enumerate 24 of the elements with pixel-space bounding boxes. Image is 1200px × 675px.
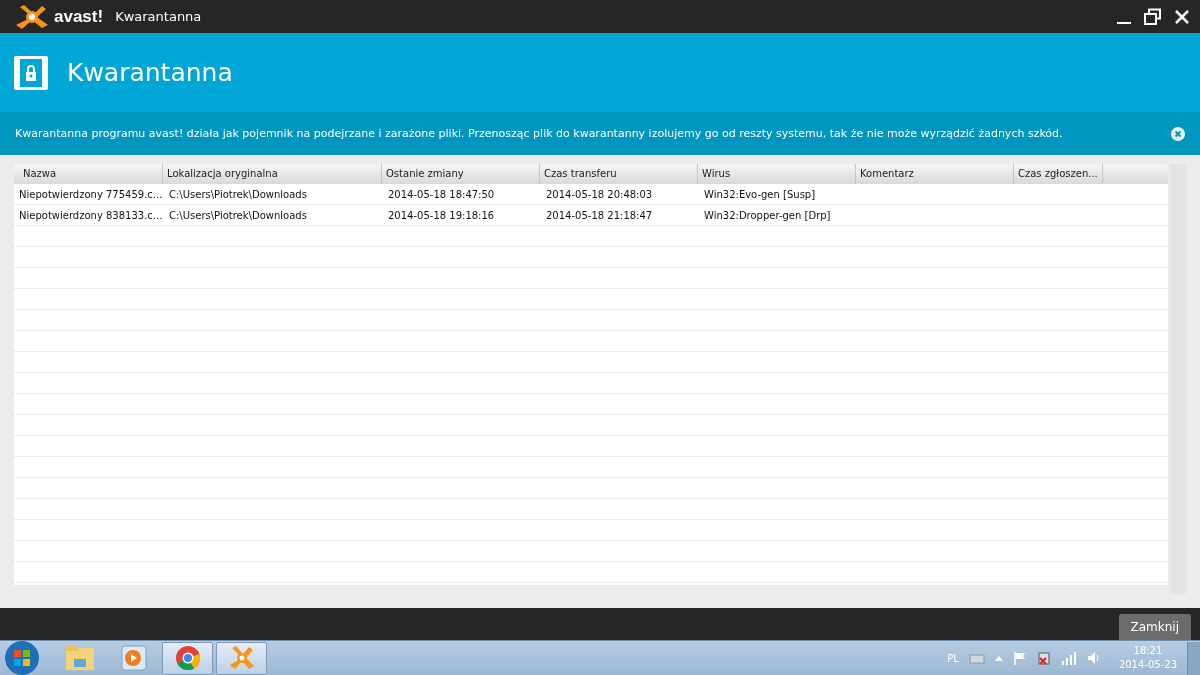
- column-header[interactable]: Czas transferu: [540, 164, 698, 184]
- column-header[interactable]: Komentarz: [856, 164, 1014, 184]
- info-text: Kwarantanna programu avast! działa jak pojemnik na podejrzane i zarażone pliki. Przenosząc plik do kwarantanny izolujemy go od reszty systemu, tak że nie może wyrządzić żadnych szkód.: [15, 127, 1063, 140]
- table-cell: Win32:Evo-gen [Susp]: [704, 188, 816, 200]
- page-title: Kwarantanna: [67, 58, 233, 87]
- table-cell: Niepotwierdzony 775459.c...: [19, 188, 163, 200]
- table-cell: 2014-05-18 21:18:47: [546, 209, 653, 221]
- table-cell: 2014-05-18 18:47:50: [388, 188, 495, 200]
- column-header[interactable]: Lokalizacja oryginalna: [163, 164, 382, 184]
- column-header[interactable]: Ostanie zmiany: [382, 164, 540, 184]
- table-cell: Win32:Dropper-gen [Drp]: [704, 209, 831, 221]
- table-row[interactable]: Niepotwierdzony 838133.c... C:\Users\Piotrek\Downloads 2014-05-18 19:18:16 2014-05-18 21:18:47 Win32:Dropper-gen [Drp]: [14, 205, 1169, 226]
- table-cell: C:\Users\Piotrek\Downloads: [169, 209, 307, 221]
- column-header[interactable]: Nazwa: [14, 164, 163, 184]
- table-cell: 2014-05-18 20:48:03: [546, 188, 653, 200]
- brand-name: avast!: [54, 6, 104, 27]
- close-button[interactable]: Zamknij: [1118, 614, 1191, 640]
- column-header[interactable]: Wirus: [698, 164, 856, 184]
- table-cell: 2014-05-18 19:18:16: [388, 209, 495, 221]
- table-row[interactable]: Niepotwierdzony 775459.c... C:\Users\Piotrek\Downloads 2014-05-18 18:47:50 2014-05-18 20:48:03 Win32:Evo-gen [Susp]: [14, 184, 1169, 205]
- column-header[interactable]: Czas zgłoszen...: [1014, 164, 1103, 184]
- table-cell: C:\Users\Piotrek\Downloads: [169, 188, 307, 200]
- window-title: Kwarantanna: [115, 9, 202, 24]
- table-cell: Niepotwierdzony 838133.c...: [19, 209, 163, 221]
